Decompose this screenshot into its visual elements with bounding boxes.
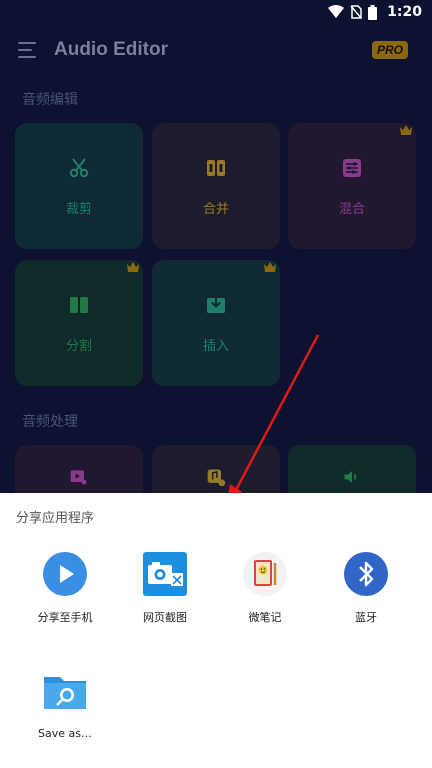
play-icon bbox=[43, 552, 87, 596]
no-sim-icon bbox=[350, 5, 362, 19]
share-item-save-as[interactable]: Save as… bbox=[15, 669, 115, 740]
tool-label: 合并 bbox=[202, 201, 229, 217]
share-item-label: 微笔记 bbox=[248, 611, 282, 624]
menu-icon[interactable] bbox=[18, 42, 38, 58]
share-item-label: 网页截图 bbox=[143, 611, 187, 624]
share-item-notes[interactable]: 微笔记 bbox=[215, 551, 315, 625]
merge-icon bbox=[207, 159, 225, 176]
share-sheet: 分享应用程序 分享至手机 网页截图 微笔记 蓝牙 Save as… bbox=[0, 493, 432, 768]
tool-tile-mix[interactable]: 混合 bbox=[288, 123, 416, 249]
share-item-bluetooth[interactable]: 蓝牙 bbox=[316, 551, 416, 625]
tool-label: 分割 bbox=[65, 338, 92, 354]
tool-tile-insert[interactable]: 插入 bbox=[152, 260, 280, 386]
crown-icon bbox=[400, 125, 412, 135]
split-icon bbox=[70, 294, 88, 315]
app-title: Audio Editor bbox=[54, 39, 168, 60]
share-item-phone[interactable]: 分享至手机 bbox=[15, 551, 115, 625]
scissors-icon bbox=[69, 157, 89, 177]
section-title-process: 音频处理 bbox=[22, 414, 78, 430]
tool-label: 混合 bbox=[338, 201, 365, 217]
tool-tile-merge[interactable]: 合并 bbox=[152, 123, 280, 249]
video-music-icon bbox=[70, 470, 87, 485]
status-bar: 1:20 bbox=[0, 0, 432, 24]
bluetooth-icon bbox=[344, 552, 388, 596]
tool-label: 插入 bbox=[202, 338, 229, 354]
notebook-icon bbox=[243, 552, 287, 596]
clock: 1:20 bbox=[387, 4, 422, 20]
tool-tile-split[interactable]: 分割 bbox=[15, 260, 143, 386]
crown-icon bbox=[127, 262, 139, 272]
share-item-label: 分享至手机 bbox=[37, 611, 93, 624]
share-item-label: Save as… bbox=[38, 727, 92, 740]
app-bar: Audio Editor PRO bbox=[0, 24, 432, 76]
mix-icon bbox=[343, 158, 361, 177]
share-item-screenshot[interactable]: 网页截图 bbox=[115, 551, 215, 625]
share-item-label: 蓝牙 bbox=[355, 611, 377, 624]
crown-icon bbox=[264, 262, 276, 272]
section-title-edit: 音频编辑 bbox=[22, 92, 78, 108]
folder-search-icon bbox=[44, 677, 86, 709]
wifi-icon bbox=[328, 5, 345, 18]
music-settings-icon bbox=[207, 469, 226, 487]
camera-screenshot-icon bbox=[143, 552, 187, 596]
volume-icon bbox=[344, 471, 357, 483]
battery-icon bbox=[368, 4, 378, 20]
share-sheet-title: 分享应用程序 bbox=[16, 511, 95, 526]
pro-badge[interactable]: PRO bbox=[371, 41, 408, 59]
insert-icon bbox=[207, 296, 225, 313]
tool-tile-cut[interactable]: 裁剪 bbox=[15, 123, 143, 249]
tool-label: 裁剪 bbox=[65, 201, 92, 217]
